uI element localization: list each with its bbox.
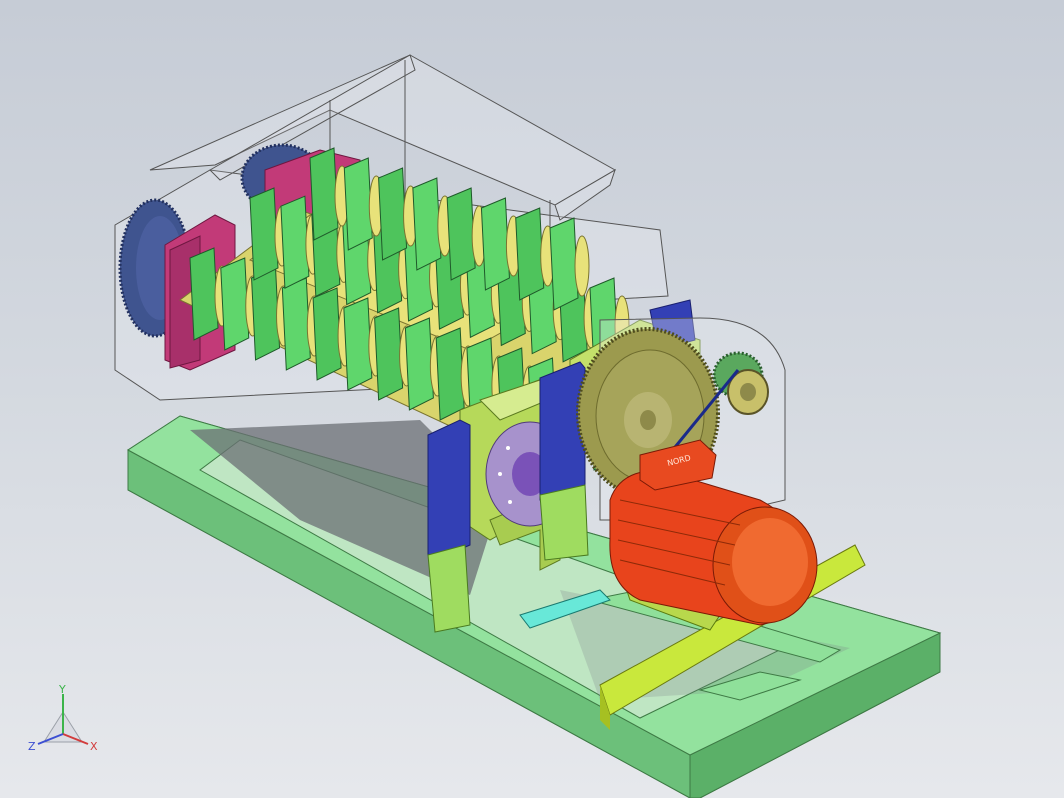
cutter-blade (480, 197, 510, 291)
cutter-blade (412, 177, 442, 271)
cutter-blade (404, 317, 434, 411)
cutter-blade (374, 307, 404, 401)
shredder-assembly-model[interactable]: NORD (0, 0, 1064, 798)
3d-viewport[interactable]: NORD Y X Z (0, 0, 1064, 798)
x-axis-label: X (90, 740, 98, 753)
cutter-blade (312, 287, 342, 381)
cutter-blade (249, 187, 279, 281)
cutter-blade (281, 277, 311, 371)
cutter-blade (446, 187, 476, 281)
cutter-blade (343, 297, 373, 391)
cutter-blade (435, 327, 465, 421)
cutter-blade (515, 207, 545, 301)
z-axis-label: Z (28, 740, 36, 753)
shaft-spacer (574, 235, 590, 297)
electric-motor[interactable]: NORD (609, 439, 818, 626)
cutter-blade (189, 247, 219, 341)
cutter-blade (309, 147, 339, 241)
cutter-blade (378, 167, 408, 261)
view-orientation-triad[interactable]: Y X Z (26, 684, 106, 754)
cutter-blade (251, 267, 281, 361)
cutter-blade (549, 217, 579, 311)
y-axis-label: Y (58, 684, 66, 696)
cutter-blade (343, 157, 373, 251)
cutter-blade (280, 195, 310, 289)
cutter-blade (220, 257, 250, 351)
